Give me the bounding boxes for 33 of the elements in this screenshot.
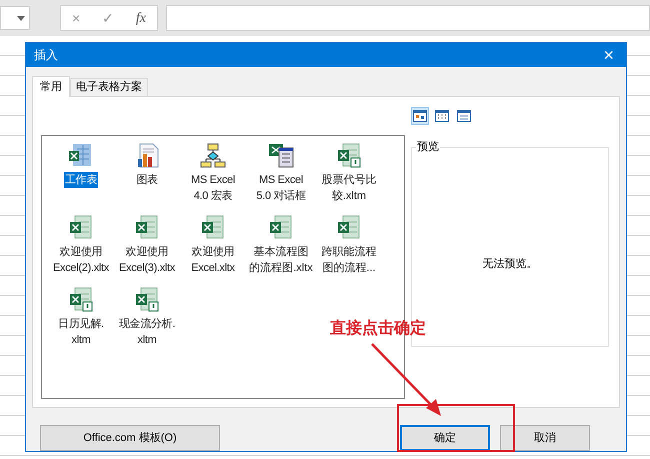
annotation-text: 直接点击确定 — [330, 318, 426, 339]
template-label[interactable]: MS Excel 4.0 宏表 — [190, 172, 236, 204]
template-label[interactable]: MS Excel 5.0 对话框 — [256, 172, 306, 204]
flowchart-icon[interactable] — [199, 142, 227, 169]
template-label[interactable]: 欢迎使用 Excel.xltx — [191, 244, 235, 276]
spreadsheet-macro-file-icon[interactable] — [133, 286, 161, 313]
template-label[interactable]: 跨职能流程图的流程... — [316, 244, 382, 276]
ok-button[interactable]: 确定 — [400, 425, 490, 451]
large-icons-view-button[interactable] — [411, 107, 429, 125]
preview-message: 无法预览。 — [482, 256, 538, 272]
dialog-form-icon[interactable] — [267, 142, 295, 169]
template-label[interactable]: 欢迎使用 Excel(2).xltx — [53, 244, 109, 276]
window-title: 插入 — [34, 47, 58, 64]
template-label[interactable]: 基本流程图的流程图.xltx — [248, 244, 314, 276]
template-label[interactable]: 现金流分析. xltm — [118, 316, 176, 348]
name-box[interactable] — [0, 6, 30, 30]
close-button[interactable]: × — [599, 46, 618, 64]
templates-button[interactable]: Office.com 模板(O) — [40, 425, 220, 451]
template-label[interactable]: 日历见解. xltm — [58, 316, 104, 348]
template-label[interactable]: 工作表 — [64, 172, 98, 188]
template-label[interactable]: 股票代号比较.xltm — [316, 172, 382, 204]
insert-function-button[interactable]: fx — [136, 8, 146, 28]
tab[interactable]: 常用 — [32, 76, 70, 97]
spreadsheet-macro-file-icon[interactable] — [335, 142, 363, 169]
template-label[interactable]: 欢迎使用 Excel(3).xltx — [119, 244, 175, 276]
cancel-button[interactable]: 取消 — [500, 425, 590, 451]
small-icons-view-button[interactable] — [433, 107, 451, 125]
spreadsheet-macro-file-icon[interactable] — [67, 286, 95, 313]
tab[interactable]: 电子表格方案 — [70, 78, 148, 96]
template-label[interactable]: 图表 — [136, 172, 158, 188]
dropdown-caret-icon — [17, 16, 25, 20]
list-view-button[interactable] — [455, 107, 473, 125]
formula-input[interactable] — [166, 5, 650, 31]
